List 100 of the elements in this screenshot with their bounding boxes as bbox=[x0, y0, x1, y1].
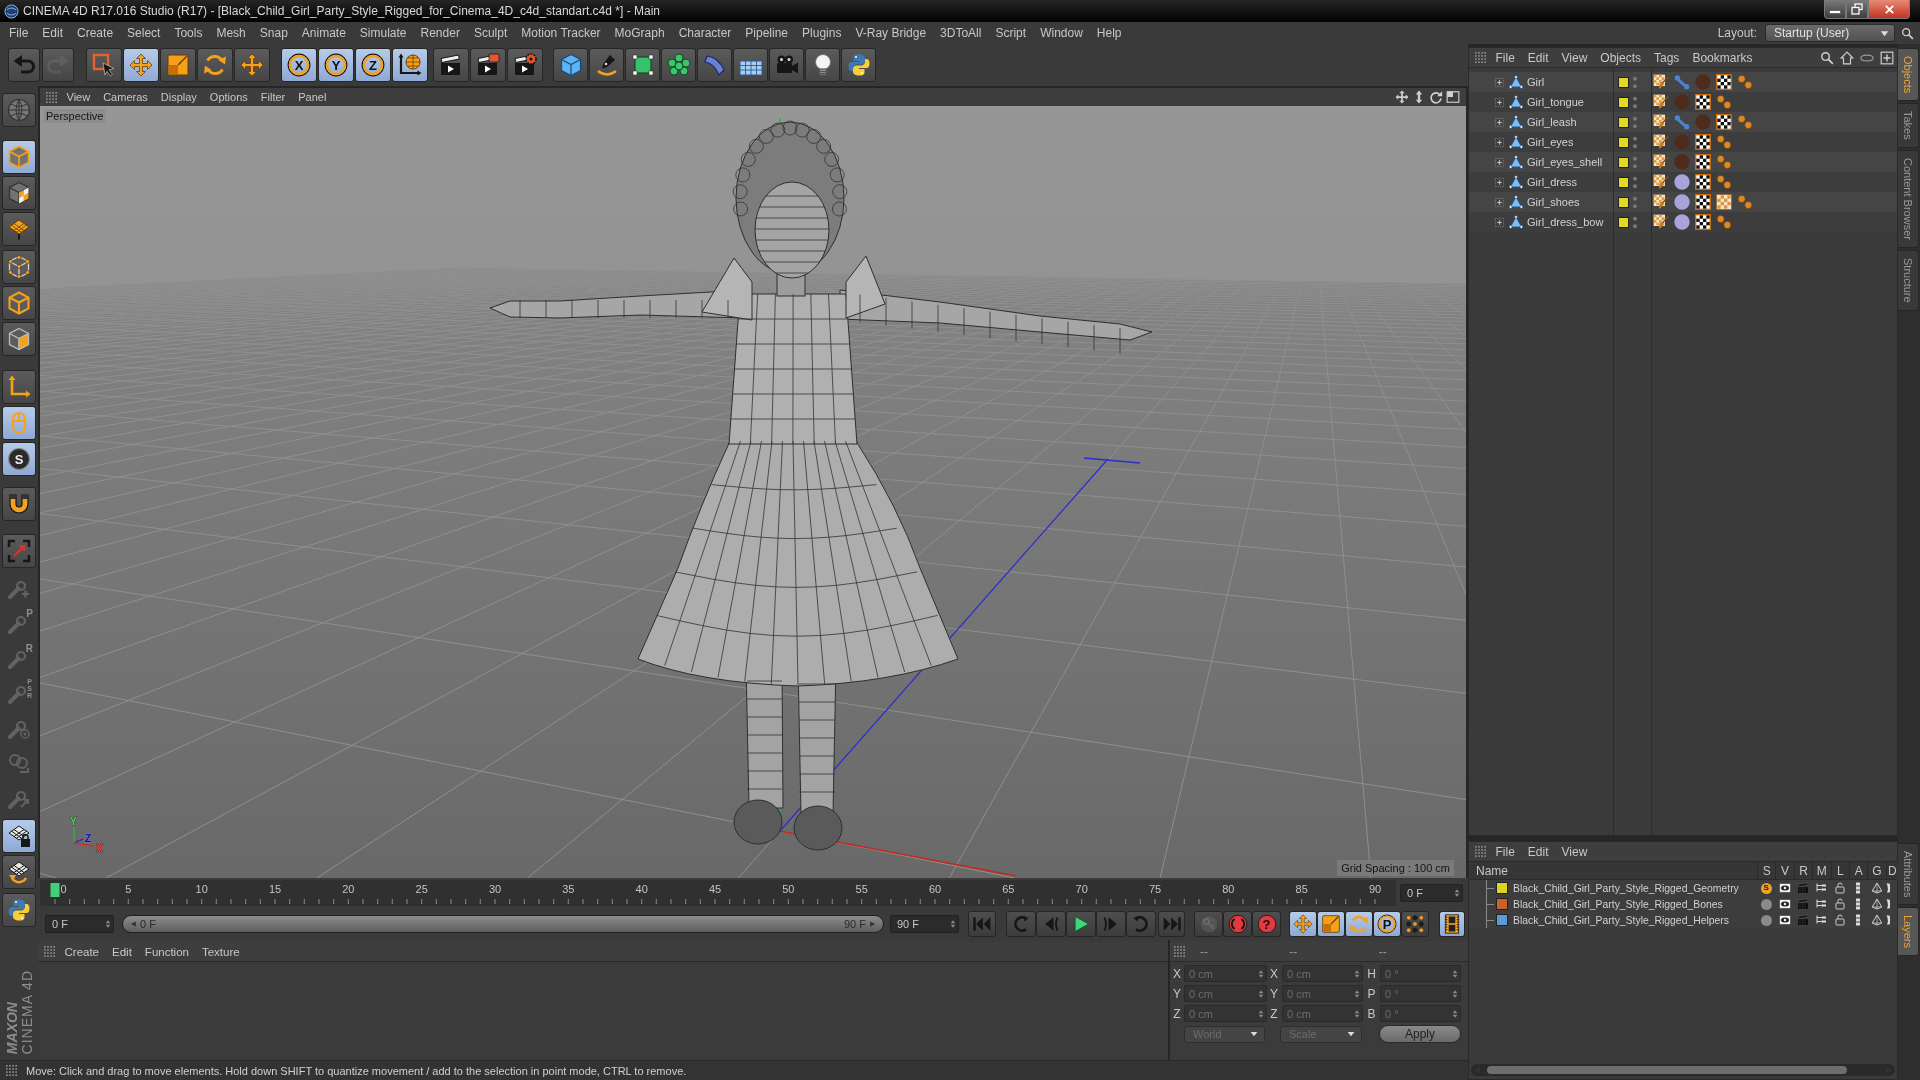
layer-color-swatch[interactable] bbox=[1496, 882, 1508, 894]
object-row[interactable]: Girl_leash bbox=[1469, 112, 1897, 132]
grip-icon[interactable] bbox=[1475, 846, 1486, 857]
texture-mode-button[interactable] bbox=[2, 176, 36, 210]
two-dots-icon[interactable] bbox=[1716, 154, 1732, 170]
eye-icon[interactable] bbox=[1778, 914, 1791, 926]
visibility-dots-icon[interactable] bbox=[1632, 174, 1638, 190]
solo-toggle[interactable]: S bbox=[1760, 882, 1772, 894]
script-button[interactable] bbox=[2, 893, 36, 927]
menu-item[interactable]: Panel bbox=[291, 89, 333, 105]
move-key-button[interactable] bbox=[1289, 911, 1317, 937]
layer-color-swatch[interactable] bbox=[1496, 898, 1508, 910]
layer-color-swatch[interactable] bbox=[1618, 156, 1629, 168]
playhead-marker[interactable] bbox=[50, 883, 60, 897]
two-dots-icon[interactable] bbox=[1716, 134, 1732, 150]
menu-item[interactable]: Bookmarks bbox=[1685, 49, 1759, 66]
menu-item[interactable]: Filter bbox=[254, 89, 292, 105]
visibility-dots-icon[interactable] bbox=[1632, 214, 1638, 230]
minimize-button[interactable] bbox=[1824, 0, 1846, 19]
menu-item[interactable]: V-Ray Bridge bbox=[848, 25, 934, 41]
material-swatch-icon[interactable] bbox=[1695, 74, 1711, 90]
bone-icon[interactable] bbox=[1674, 74, 1690, 90]
axis-mode-button[interactable] bbox=[2, 370, 36, 404]
search-icon[interactable] bbox=[1901, 26, 1914, 40]
horizontal-scrollbar[interactable] bbox=[1471, 1064, 1895, 1076]
grid-rotate-button[interactable] bbox=[2, 855, 36, 889]
panel-tab[interactable]: Structure bbox=[1898, 250, 1919, 311]
floor-button[interactable] bbox=[733, 48, 768, 82]
window-icon[interactable] bbox=[1446, 90, 1460, 104]
light-button[interactable] bbox=[805, 48, 840, 82]
checker-icon[interactable] bbox=[1695, 214, 1711, 230]
render-settings-button[interactable] bbox=[507, 48, 543, 82]
menu-item[interactable]: Snap bbox=[252, 25, 295, 41]
restore-button[interactable] bbox=[1846, 0, 1868, 19]
workplane-button[interactable] bbox=[2, 212, 36, 246]
two-dots-icon[interactable] bbox=[1716, 94, 1732, 110]
layer-color-swatch[interactable] bbox=[1496, 914, 1508, 926]
frame-field[interactable]: 90 F bbox=[890, 915, 959, 933]
visibility-dots-icon[interactable] bbox=[1632, 154, 1638, 170]
menu-item[interactable]: Cameras bbox=[96, 89, 155, 105]
object-row[interactable]: Girl bbox=[1469, 72, 1897, 92]
column-header[interactable]: G bbox=[1867, 862, 1886, 880]
hierarchy-icon[interactable] bbox=[1815, 914, 1828, 926]
menu-item[interactable]: Pipeline bbox=[738, 25, 796, 41]
menu-item[interactable]: Edit bbox=[1521, 843, 1556, 860]
close-button[interactable] bbox=[1868, 0, 1910, 19]
visibility-dots-icon[interactable] bbox=[1632, 134, 1638, 150]
solo-toggle[interactable] bbox=[1760, 914, 1772, 926]
tweak-mode-button[interactable] bbox=[2, 406, 36, 440]
points-mode-button[interactable] bbox=[2, 250, 36, 284]
layer-color-swatch[interactable] bbox=[1618, 216, 1629, 228]
visibility-dots-icon[interactable] bbox=[1632, 94, 1638, 110]
undo-button[interactable] bbox=[8, 48, 40, 82]
layer-color-swatch[interactable] bbox=[1618, 96, 1629, 108]
menu-item[interactable]: Motion Tracker bbox=[514, 25, 608, 41]
pen-button[interactable] bbox=[589, 48, 624, 82]
pattern-icon[interactable] bbox=[1716, 194, 1732, 210]
grip-icon[interactable] bbox=[6, 1065, 17, 1076]
live-selection-button[interactable] bbox=[86, 48, 122, 82]
snap-button[interactable]: S bbox=[2, 442, 36, 476]
transform-button[interactable] bbox=[234, 48, 270, 82]
spinner-icon[interactable] bbox=[1454, 888, 1460, 898]
material-swatch-icon[interactable] bbox=[1674, 174, 1690, 190]
menu-item[interactable]: Options bbox=[203, 89, 255, 105]
menu-item[interactable]: Tags bbox=[1647, 49, 1686, 66]
model-mode-button[interactable] bbox=[2, 140, 36, 174]
expand-icon[interactable] bbox=[1494, 156, 1505, 168]
menu-item[interactable]: Animate bbox=[294, 25, 353, 41]
pyramid-icon[interactable] bbox=[1870, 882, 1883, 894]
menu-item[interactable]: Sculpt bbox=[466, 25, 515, 41]
y-axis-button[interactable]: Y bbox=[318, 48, 354, 82]
grip-icon[interactable] bbox=[1475, 52, 1486, 63]
expand-icon[interactable] bbox=[1494, 176, 1505, 188]
menu-item[interactable]: Mesh bbox=[209, 25, 253, 41]
paintbrush-checker-icon[interactable] bbox=[1653, 94, 1669, 110]
visibility-dots-icon[interactable] bbox=[1632, 74, 1638, 90]
menu-item[interactable]: File bbox=[1489, 49, 1522, 66]
script-button[interactable] bbox=[841, 48, 876, 82]
paintbrush-checker-icon[interactable] bbox=[1653, 134, 1669, 150]
menu-item[interactable]: Function bbox=[138, 943, 196, 960]
bracket-icon[interactable] bbox=[1885, 898, 1890, 910]
grid-lock-button[interactable] bbox=[2, 819, 36, 853]
layer-color-swatch[interactable] bbox=[1618, 136, 1629, 148]
house-icon[interactable] bbox=[1840, 50, 1854, 65]
lock-icon[interactable] bbox=[1833, 882, 1846, 894]
material-swatch-icon[interactable] bbox=[1674, 214, 1690, 230]
menu-item[interactable]: Edit bbox=[105, 943, 139, 960]
panel-tab[interactable]: Takes bbox=[1898, 103, 1919, 149]
two-dots-icon[interactable] bbox=[1737, 74, 1753, 90]
layer-color-swatch[interactable] bbox=[1618, 176, 1629, 188]
menu-item[interactable]: View bbox=[1555, 843, 1594, 860]
layer-color-swatch[interactable] bbox=[1618, 76, 1629, 88]
expand-icon[interactable] bbox=[1494, 76, 1505, 88]
bone-icon[interactable] bbox=[1674, 114, 1690, 130]
autokey-button[interactable] bbox=[1223, 911, 1252, 937]
expand-icon[interactable] bbox=[1494, 96, 1505, 108]
expand-icon[interactable] bbox=[1494, 136, 1505, 148]
coordinate-system-button[interactable] bbox=[392, 48, 428, 82]
x-axis-button[interactable]: X bbox=[281, 48, 317, 82]
render-view-button[interactable] bbox=[433, 48, 469, 82]
